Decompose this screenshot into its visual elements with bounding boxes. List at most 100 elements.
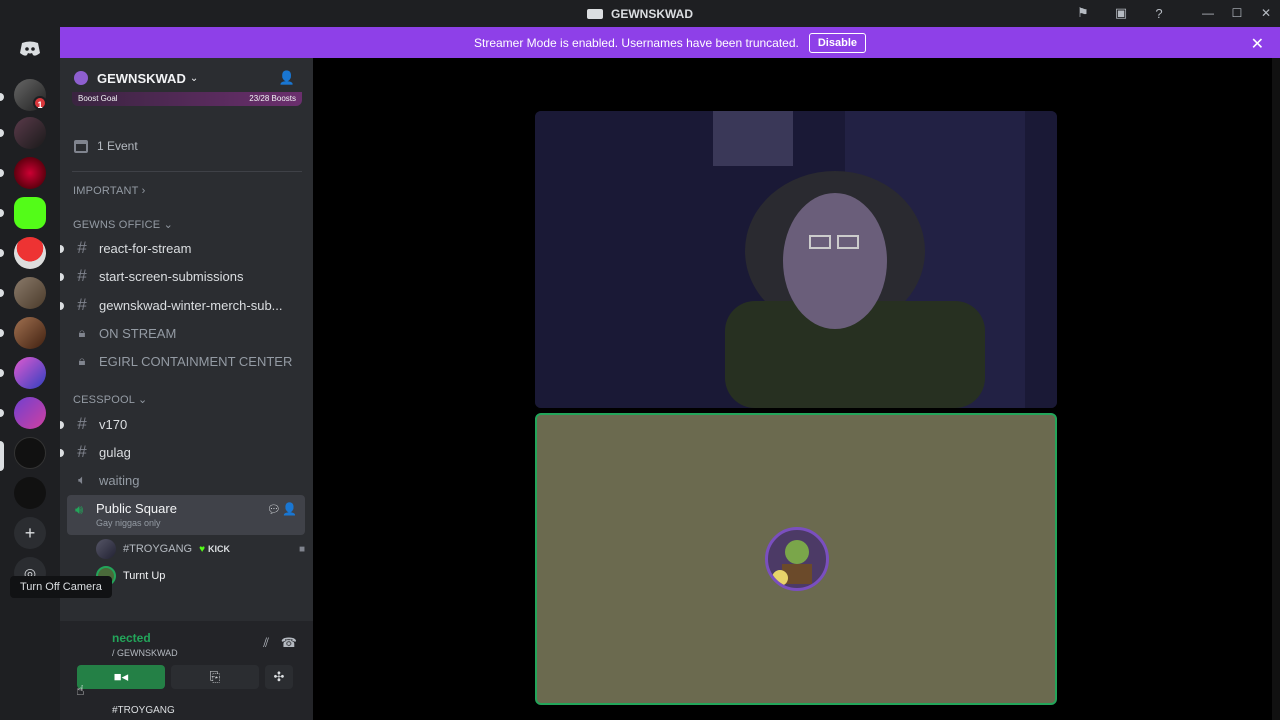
server-icon-mushroom[interactable] — [14, 237, 46, 269]
scrollbar[interactable] — [1272, 58, 1280, 720]
close-window-button[interactable]: ✕ — [1256, 4, 1276, 22]
category-cesspool[interactable]: CESSPOOL ⌄ — [73, 393, 147, 406]
channel-label: ON STREAM — [99, 325, 177, 341]
channel-sidebar: GEWNSKWAD ⌄ 👤 Boost Goal 23/28 Boosts 1 … — [60, 58, 313, 720]
channel-waiting[interactable]: 🔈︎ waiting — [68, 467, 305, 493]
channel-v170[interactable]: # v170 — [60, 411, 305, 437]
channel-label: v170 — [99, 416, 128, 432]
inbox-icon[interactable]: ▣ — [1113, 5, 1129, 21]
channel-on-stream[interactable]: 🔒︎ ON STREAM — [68, 320, 305, 346]
flag-icon[interactable]: ⚑ — [1075, 5, 1091, 21]
server-icon-inferno[interactable] — [14, 157, 46, 189]
server-icon-gewnskwad[interactable] — [14, 437, 46, 469]
close-banner-icon[interactable]: ✕ — [1251, 34, 1264, 54]
mouse-cursor-icon: ☝ — [76, 682, 85, 698]
category-gewns-office[interactable]: GEWNS OFFICE ⌄ — [73, 218, 173, 231]
heart-icon: ♥ — [199, 543, 206, 555]
unread-indicator — [0, 93, 4, 101]
server-icon-kick[interactable] — [14, 197, 46, 229]
add-server-icon[interactable]: + — [14, 517, 46, 549]
channel-gulag[interactable]: # gulag — [60, 439, 305, 465]
streamer-mode-banner: Streamer Mode is enabled. Usernames have… — [60, 27, 1280, 58]
voice-connection-panel: nected / GEWNSKWAD ⫽ ☎ ■◂ ⎘ ✣ — [60, 621, 313, 705]
category-important[interactable]: IMPORTANT › — [73, 185, 146, 197]
video-tile-webcam[interactable] — [535, 111, 1057, 408]
channel-egirl-containment[interactable]: 🔒︎ EGIRL CONTAINMENT CENTER — [68, 348, 305, 374]
unread-indicator — [60, 273, 64, 281]
invite-people-icon[interactable]: 👤 — [279, 70, 295, 86]
channel-label: gewnskwad-winter-merch-sub... — [99, 297, 283, 313]
server-icon-6[interactable] — [14, 317, 46, 349]
chat-bubble-icon[interactable]: 💬︎ — [267, 503, 281, 516]
voice-location[interactable]: / GEWNSKWAD — [112, 648, 178, 658]
channel-label: waiting — [99, 472, 140, 488]
voice-connected-status[interactable]: nected — [112, 631, 151, 645]
channel-label: start-screen-submissions — [99, 268, 244, 284]
banner-message: Streamer Mode is enabled. Usernames have… — [474, 35, 799, 50]
window-title: GEWNSKWAD — [611, 6, 693, 21]
text-channel-icon: # — [77, 414, 87, 433]
events-row[interactable]: 1 Event — [74, 136, 138, 156]
kick-tag: ♥ KICK — [199, 543, 231, 555]
channel-start-screen-submissions[interactable]: # start-screen-submissions — [60, 263, 305, 289]
server-icon-7[interactable] — [14, 357, 46, 389]
camera-toggle-button[interactable]: ■◂ — [77, 665, 165, 689]
channel-react-for-stream[interactable]: # react-for-stream — [60, 235, 305, 261]
chevron-down-icon: ⌄ — [189, 72, 199, 84]
unread-indicator — [60, 449, 64, 457]
unread-indicator — [60, 245, 64, 253]
server-icon-9[interactable] — [14, 477, 46, 509]
channel-label: gulag — [99, 444, 131, 460]
mention-badge: 1 — [33, 96, 47, 110]
speaker-active-icon: 🔊︎ — [75, 502, 84, 517]
unread-indicator — [0, 209, 4, 217]
text-channel-icon: # — [77, 442, 87, 461]
server-boost-icon — [74, 71, 88, 85]
voice-channel-public-square[interactable]: 🔊︎ Public Square Gay niggas only 💬︎ 👤 — [67, 495, 305, 535]
events-label: 1 Event — [97, 139, 138, 153]
text-channel-icon: # — [77, 295, 87, 314]
unread-indicator — [0, 289, 4, 297]
channel-label: EGIRL CONTAINMENT CENTER — [99, 353, 293, 369]
noise-suppression-icon[interactable]: ⫽ — [263, 635, 269, 651]
voice-user-troygang[interactable]: #TROYGANG ♥ KICK — [96, 538, 230, 560]
voice-user-name: #TROYGANG — [123, 543, 193, 555]
boost-goal-bar[interactable]: Boost Goal 23/28 Boosts — [72, 92, 302, 106]
lock-icon: 🔒︎ — [78, 325, 86, 340]
server-icon-2[interactable] — [14, 117, 46, 149]
text-channel-icon: # — [77, 238, 87, 257]
disconnect-icon[interactable]: ☎ — [281, 635, 297, 651]
invite-to-voice-icon[interactable]: 👤 — [282, 502, 297, 516]
discord-home-icon[interactable] — [14, 33, 46, 65]
unread-indicator — [0, 169, 4, 177]
camera-icon: ■◂ — [113, 669, 129, 684]
maximize-button[interactable]: ☐ — [1227, 4, 1247, 22]
help-icon[interactable]: ? — [1151, 5, 1167, 21]
unread-indicator — [0, 129, 4, 137]
screen-share-icon: ⎘ — [209, 669, 221, 684]
boost-progress: 23/28 Boosts — [249, 94, 296, 103]
user-strip[interactable]: #TROYGANG — [60, 705, 313, 720]
server-rail: 1 + ◎ — [0, 27, 60, 720]
window-titlebar: GEWNSKWAD ⚑ ▣ ? — ☐ ✕ — [0, 0, 1280, 27]
video-tile-audio-only[interactable] — [535, 413, 1057, 705]
activities-button[interactable]: ✣ — [265, 665, 293, 689]
minimize-button[interactable]: — — [1198, 4, 1218, 22]
voice-user-name: Turnt Up — [123, 570, 166, 582]
server-icon-5[interactable] — [14, 277, 46, 309]
unread-indicator — [0, 329, 4, 337]
voice-channel-status: Gay niggas only — [96, 518, 161, 528]
unread-indicator — [60, 421, 64, 429]
calendar-icon — [74, 139, 88, 153]
speaker-icon: 🔈︎ — [78, 472, 86, 487]
unread-indicator — [0, 409, 4, 417]
server-name: GEWNSKWAD — [97, 70, 186, 86]
channel-winter-merch[interactable]: # gewnskwad-winter-merch-sub... — [60, 292, 305, 318]
server-icon-andi[interactable] — [14, 397, 46, 429]
camera-on-icon: ■ — [298, 544, 305, 555]
disable-streamer-mode-button[interactable]: Disable — [808, 32, 866, 53]
avatar — [96, 539, 116, 559]
screen-share-button[interactable]: ⎘ — [171, 665, 259, 689]
user-avatar — [765, 527, 829, 591]
boost-goal-label: Boost Goal — [78, 94, 118, 103]
